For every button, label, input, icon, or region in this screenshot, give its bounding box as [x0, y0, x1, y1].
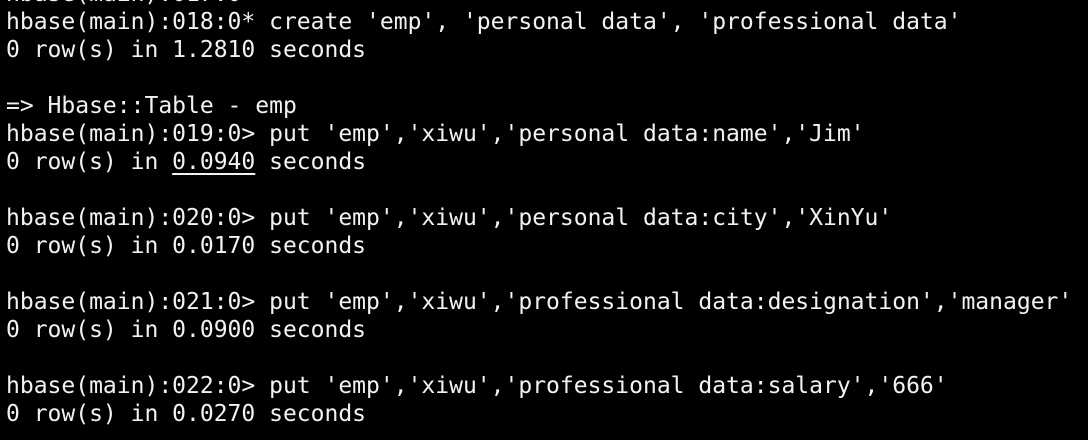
underlined-time: 0.0940	[172, 149, 256, 175]
terminal-line: hbase(main):017:0*	[6, 0, 1088, 8]
prompt-line-create: hbase(main):018:0* create 'emp', 'person…	[6, 9, 962, 35]
prompt-line-put-name: hbase(main):019:0> put 'emp','xiwu','per…	[6, 121, 865, 147]
prompt-line-put-city: hbase(main):020:0> put 'emp','xiwu','per…	[6, 205, 893, 231]
prompt-line-put-salary: hbase(main):022:0> put 'emp','xiwu','pro…	[6, 373, 948, 399]
result-suffix: seconds	[255, 149, 367, 175]
result-line: 0 row(s) in 0.0170 seconds	[6, 233, 367, 259]
result-line: 0 row(s) in 0.0940 seconds	[6, 148, 1088, 176]
result-line: 0 row(s) in 1.2810 seconds	[6, 37, 367, 63]
table-return-line: => Hbase::Table - emp	[6, 93, 297, 119]
result-prefix: 0 row(s) in	[6, 149, 173, 175]
terminal-output: hbase(main):017:0* hbase(main):018:0* cr…	[6, 0, 1088, 428]
result-line: 0 row(s) in 0.0900 seconds	[6, 317, 367, 343]
prompt-line-put-designation: hbase(main):021:0> put 'emp','xiwu','pro…	[6, 289, 1073, 315]
terminal-window[interactable]: hbase(main):017:0* hbase(main):018:0* cr…	[0, 0, 1088, 440]
result-line: 0 row(s) in 0.0270 seconds	[6, 401, 367, 427]
